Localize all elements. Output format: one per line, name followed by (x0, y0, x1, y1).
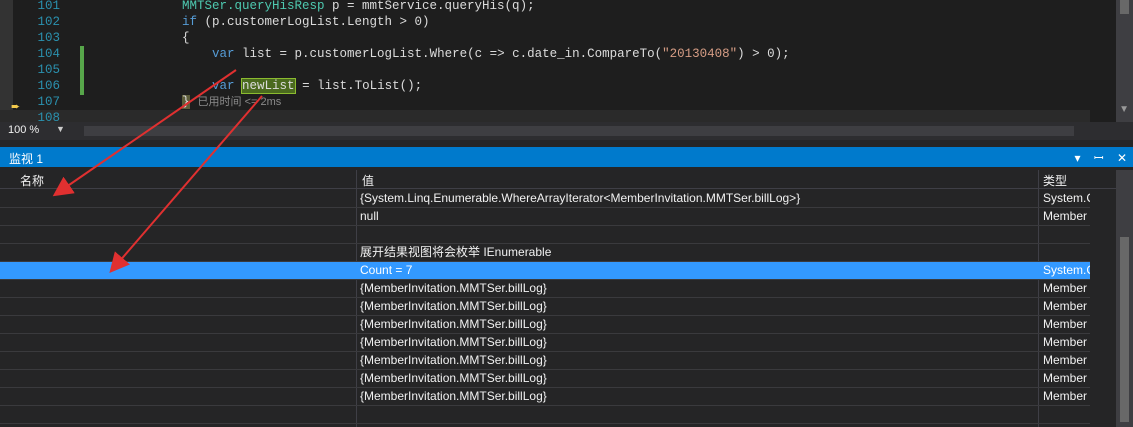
code-line[interactable]: 102 if (p.customerLogList.Length > 0) (0, 14, 1090, 31)
watch-row[interactable]: ▷[3]{MemberInvitation.MMTSer.billLog}Mem… (0, 334, 1090, 352)
watch-value-cell[interactable]: null (360, 208, 1036, 225)
line-number: 102 (37, 15, 60, 29)
code-text[interactable]: { (182, 30, 190, 47)
code-line[interactable]: 106 var newList = list.ToList(); (0, 78, 1090, 95)
watch-value-cell[interactable]: {MemberInvitation.MMTSer.billLog} (360, 388, 1036, 405)
watch-row[interactable]: ▷原始视图 (0, 406, 1090, 424)
watch-row[interactable]: ▷结果视图展开结果视图将会枚举 IEnumerable (0, 244, 1090, 262)
watch-column-headers: 名称 值 类型 (0, 170, 1133, 189)
code-text[interactable]: if (p.customerLogList.Length > 0) (182, 14, 430, 31)
watch-row[interactable]: ▷[6]{MemberInvitation.MMTSer.billLog}Mem… (0, 388, 1090, 406)
editor-scroll-thumb[interactable] (1120, 0, 1129, 14)
watch-row[interactable]: ◢list{System.Linq.Enumerable.WhereArrayI… (0, 190, 1090, 208)
watch-row[interactable]: ▷[4]{MemberInvitation.MMTSer.billLog}Mem… (0, 352, 1090, 370)
watch-row[interactable]: ▷[5]{MemberInvitation.MMTSer.billLog}Mem… (0, 370, 1090, 388)
code-text[interactable]: } 已用时间 <= 2ms (182, 94, 281, 111)
watch-type-cell: Member (1043, 281, 1088, 295)
column-header-type[interactable]: 类型 (1043, 172, 1067, 189)
line-number: 105 (37, 63, 60, 77)
scroll-down-icon[interactable]: ▼ (1119, 104, 1129, 115)
change-marker (80, 78, 84, 95)
editor-vertical-scrollbar[interactable]: ▼ (1116, 0, 1133, 122)
close-icon[interactable]: ✕ (1117, 151, 1127, 165)
watch-type-cell: Member (1043, 299, 1088, 313)
code-line[interactable]: 101 MMTSer.queryHisResp p = mmtService.qu… (0, 0, 1090, 15)
watch-grid[interactable]: ◢list{System.Linq.Enumerable.WhereArrayI… (0, 190, 1090, 424)
perf-tip: 已用时间 <= 2ms (197, 96, 282, 108)
editor-horizontal-scrollbar[interactable] (84, 126, 1074, 136)
line-number: 103 (37, 31, 60, 45)
watch-value-cell[interactable]: {MemberInvitation.MMTSer.billLog} (360, 352, 1036, 369)
watch-row[interactable]: ▷[0]{MemberInvitation.MMTSer.billLog}Mem… (0, 280, 1090, 298)
column-header-value[interactable]: 值 (362, 172, 374, 189)
watch-value-cell[interactable]: {MemberInvitation.MMTSer.billLog} (360, 370, 1036, 387)
watch-value-cell[interactable]: {System.Linq.Enumerable.WhereArrayIterat… (360, 190, 1036, 207)
watch-value-cell[interactable]: Count = 7 (360, 262, 1036, 279)
watch-panel-title: 监视 1 (9, 152, 44, 166)
line-number: 104 (37, 47, 60, 61)
watch-type-cell: System.C (1043, 191, 1090, 205)
watch-type-cell: Member (1043, 335, 1088, 349)
watch-type-cell: Member (1043, 389, 1088, 403)
editor-zoom-bar: 100 % ▼ (0, 122, 1133, 140)
line-number: 106 (37, 79, 60, 93)
line-number: 107 (37, 95, 60, 109)
watch-type-cell: System.C (1043, 263, 1090, 277)
line-number: 101 (37, 0, 60, 13)
code-editor[interactable]: 101 MMTSer.queryHisResp p = mmtService.qu… (0, 0, 1133, 122)
watch-type-cell: Member (1043, 353, 1088, 367)
watch-scroll-thumb[interactable] (1120, 237, 1129, 422)
grid-scroll-corner (1116, 170, 1133, 190)
watch-type-cell: Member (1043, 371, 1088, 385)
watch-row[interactable]: 🔧CurrentnullMember (0, 208, 1090, 226)
watch-row[interactable]: ▷[1]{MemberInvitation.MMTSer.billLog}Mem… (0, 298, 1090, 316)
panel-tools: ▾ ꟷ ✕ (1064, 149, 1127, 166)
watch-panel-title-bar: 监视 1 ▾ ꟷ ✕ (0, 147, 1133, 167)
line-number: 108 (37, 111, 60, 122)
current-statement-arrow-icon: ➨ (11, 101, 21, 113)
column-header-name[interactable]: 名称 (20, 172, 44, 189)
change-marker (80, 62, 84, 79)
code-line[interactable]: 107 } 已用时间 <= 2ms (0, 94, 1090, 111)
pin-icon[interactable]: ꟷ (1094, 151, 1104, 165)
code-text[interactable]: var newList = list.ToList(); (182, 78, 422, 95)
watch-row[interactable]: ▷[2]{MemberInvitation.MMTSer.billLog}Mem… (0, 316, 1090, 334)
code-line[interactable]: 103 { (0, 30, 1090, 47)
watch-type-cell: Member (1043, 209, 1088, 223)
code-line[interactable]: 104 var list = p.customerLogList.Where(c… (0, 46, 1090, 63)
watch-value-cell[interactable]: {MemberInvitation.MMTSer.billLog} (360, 316, 1036, 333)
code-text[interactable]: var list = p.customerLogList.Where(c => … (182, 46, 790, 63)
zoom-level[interactable]: 100 % (8, 124, 39, 136)
watch-vertical-scrollbar[interactable] (1116, 190, 1133, 427)
watch-type-cell: Member (1043, 317, 1088, 331)
watch-value-cell[interactable]: {MemberInvitation.MMTSer.billLog} (360, 298, 1036, 315)
code-line[interactable]: 108 (0, 110, 1090, 122)
watch-value-cell[interactable]: {MemberInvitation.MMTSer.billLog} (360, 280, 1036, 297)
watch-row[interactable]: ▷非公共成员 (0, 226, 1090, 244)
watch-value-cell[interactable]: {MemberInvitation.MMTSer.billLog} (360, 334, 1036, 351)
window-position-dropdown-icon[interactable]: ▾ (1074, 151, 1080, 165)
code-text[interactable]: MMTSer.queryHisResp p = mmtService.query… (182, 0, 535, 15)
watch-row[interactable]: ◢newListCount = 7System.C (0, 262, 1090, 280)
change-marker (80, 46, 84, 63)
watch-value-cell[interactable]: 展开结果视图将会枚举 IEnumerable (360, 244, 1036, 261)
zoom-dropdown-icon[interactable]: ▼ (56, 124, 65, 134)
code-line[interactable]: 105 (0, 62, 1090, 79)
